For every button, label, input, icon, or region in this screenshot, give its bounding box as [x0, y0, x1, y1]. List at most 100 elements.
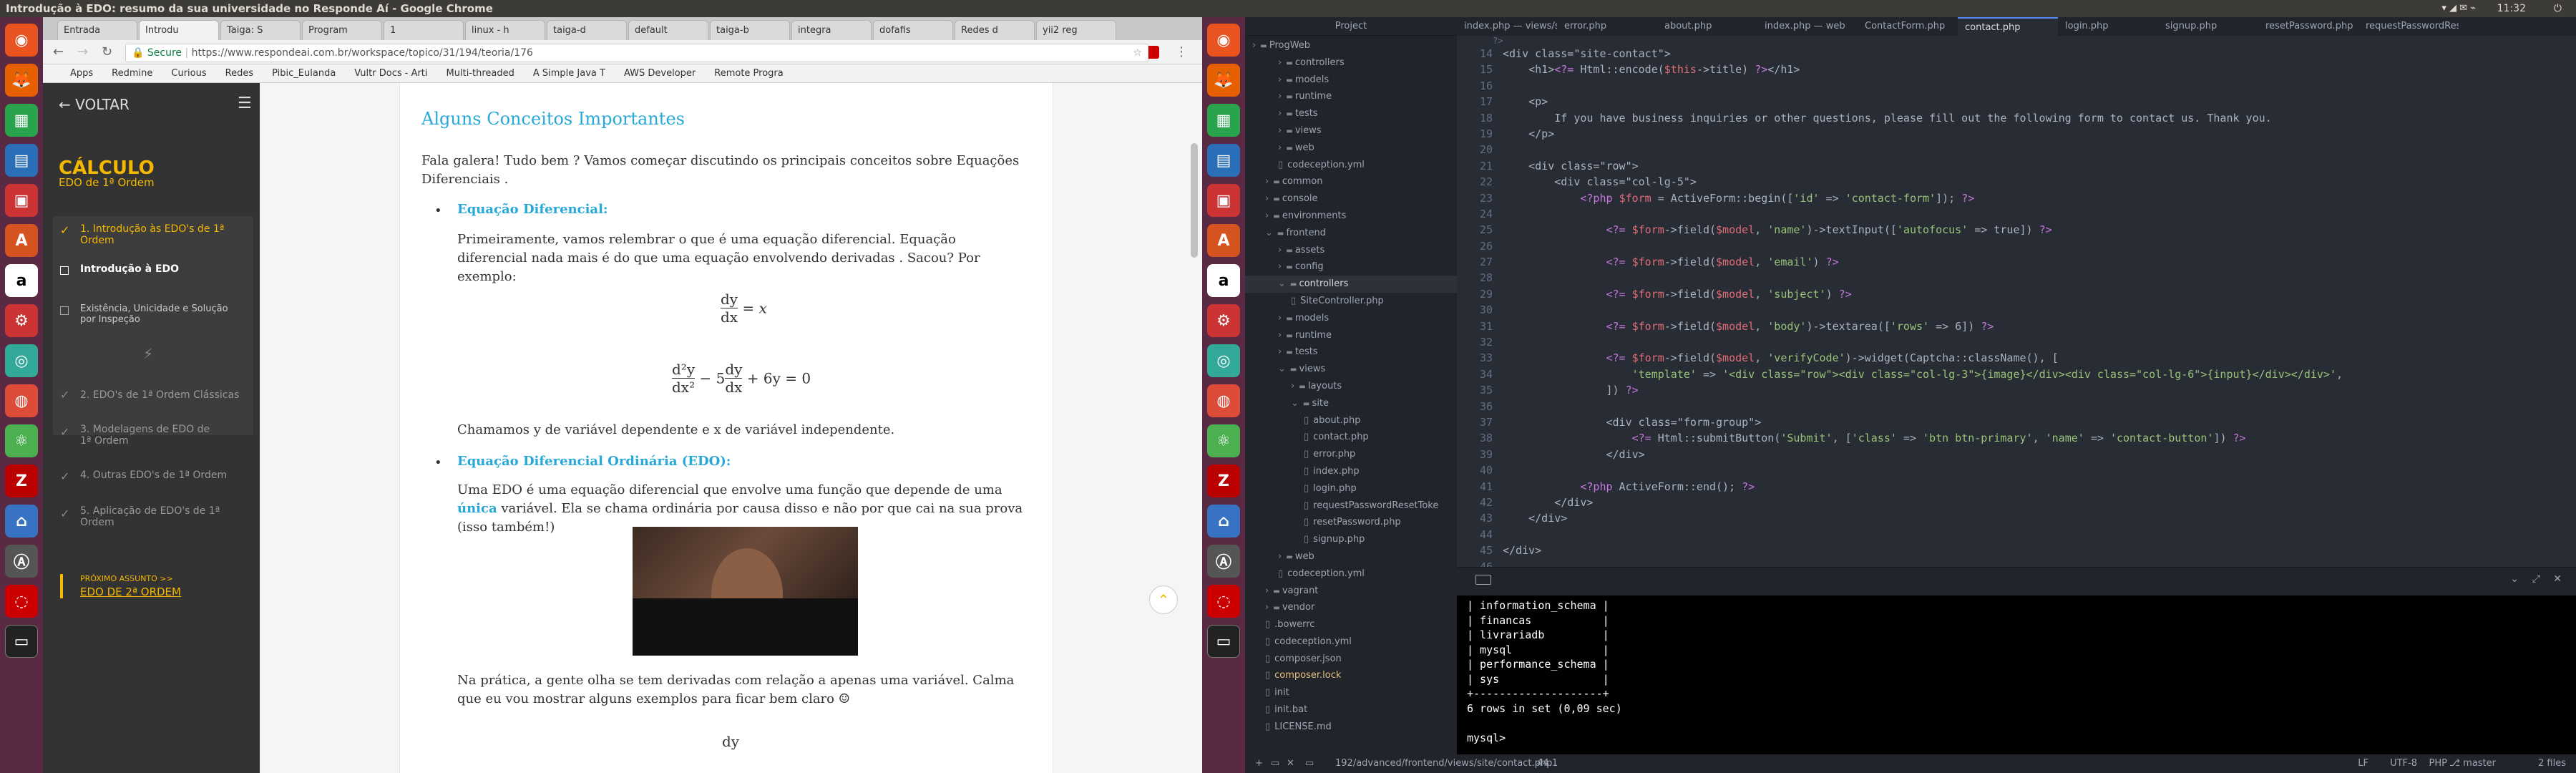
software-center-icon[interactable]: A — [5, 224, 38, 257]
scroll-top-button[interactable]: ⌃ — [1149, 585, 1178, 614]
editor-tab[interactable]: signup.php — [2158, 17, 2258, 36]
settings-icon[interactable]: ⚙ — [1207, 304, 1240, 337]
address-bar[interactable]: 🔒 Secure | https://www.respondeai.com.br… — [125, 44, 1148, 62]
tree-folder[interactable]: › ▬ controllers — [1245, 54, 1457, 72]
tree-folder[interactable]: ⌄ ▬ site — [1245, 395, 1457, 412]
app-icon[interactable]: ⌂ — [1207, 505, 1240, 538]
atom-icon[interactable]: ⚛ — [5, 424, 38, 457]
terminal-tab-icon[interactable] — [1475, 575, 1491, 585]
tree-file[interactable]: ▯ index.php — [1245, 463, 1457, 480]
a-icon[interactable]: Ⓐ — [1207, 545, 1240, 578]
clock[interactable]: 11:32 — [2497, 0, 2526, 17]
bookmark[interactable]: Multi-threaded — [447, 64, 514, 82]
encoding[interactable]: UTF-8 — [2390, 754, 2417, 773]
line-ending[interactable]: LF — [2358, 754, 2368, 773]
tree-folder[interactable]: › ▬ environments — [1245, 208, 1457, 225]
editor-tab[interactable]: contact.php — [1958, 17, 2058, 36]
calc-icon[interactable]: ▦ — [1207, 104, 1240, 137]
tree-file[interactable]: ▯ signup.php — [1245, 531, 1457, 548]
bookmark[interactable]: Curious — [171, 64, 206, 82]
browser-tab[interactable]: integra — [791, 20, 872, 40]
tree-file[interactable]: ▯ .bowerrc — [1245, 616, 1457, 633]
tree-file[interactable]: ▯ SiteController.php — [1245, 293, 1457, 310]
editor-tab[interactable]: resetPassword.php — [2258, 17, 2358, 36]
network-icon[interactable]: ◎ — [1207, 344, 1240, 377]
tree-folder[interactable]: › ▬ ProgWeb — [1245, 37, 1457, 54]
editor-tab[interactable]: about.php — [1657, 17, 1757, 36]
chrome-icon[interactable]: ◍ — [1207, 384, 1240, 417]
editor-tab[interactable]: error.php — [1557, 17, 1657, 36]
tree-folder[interactable]: › ▬ config — [1245, 258, 1457, 276]
close-terminal-icon[interactable]: ✕ — [1287, 754, 1294, 773]
browser-tab[interactable]: Redes d — [955, 20, 1035, 40]
checkbox[interactable] — [60, 306, 69, 315]
tree-folder[interactable]: › ▬ vagrant — [1245, 583, 1457, 600]
unica-link[interactable]: única — [457, 501, 497, 516]
bookmark[interactable]: Pibic_Eulanda — [272, 64, 336, 82]
browser-tab[interactable]: 1 — [384, 20, 464, 40]
star-icon[interactable]: ☆ — [1133, 44, 1142, 62]
browser-tab[interactable]: yii2 reg — [1036, 20, 1116, 40]
bookmark[interactable]: AWS Developer — [624, 64, 696, 82]
tree-file[interactable]: ▯ composer.lock — [1245, 667, 1457, 684]
writer-icon[interactable]: ▤ — [1207, 144, 1240, 177]
tree-folder[interactable]: › ▬ models — [1245, 72, 1457, 89]
reload-icon[interactable]: ↻ — [102, 44, 112, 59]
terminal-icon[interactable]: ▭ — [1207, 625, 1240, 658]
amazon-icon[interactable]: a — [1207, 264, 1240, 297]
checkbox[interactable] — [60, 266, 69, 275]
close-icon[interactable]: ✕ — [2553, 573, 2562, 585]
tree-folder[interactable]: › ▬ web — [1245, 140, 1457, 157]
tree-file[interactable]: ▯ codeception.yml — [1245, 157, 1457, 174]
chapter-3[interactable]: 3. Modelagens de EDO de 1ª Ordem — [80, 424, 223, 447]
tree-file[interactable]: ▯ composer.json — [1245, 651, 1457, 668]
tree-file[interactable]: ▯ LICENSE.md — [1245, 719, 1457, 736]
browser-tab[interactable]: Taiga: S — [220, 20, 301, 40]
tree-folder[interactable]: ⌄ ▬ controllers — [1245, 276, 1457, 293]
amazon-icon[interactable]: a — [5, 264, 38, 297]
terminal-output[interactable]: | information_schema | | financas | | livr… — [1457, 595, 2576, 754]
browser-tab[interactable]: taiga-d — [547, 20, 627, 40]
bookmark[interactable]: Redes — [225, 64, 253, 82]
tree-file[interactable]: ▯ init.bat — [1245, 701, 1457, 719]
chrome-icon[interactable]: ◍ — [5, 384, 38, 417]
tree-folder[interactable]: › ▬ tests — [1245, 105, 1457, 122]
tree-folder[interactable]: › ▬ layouts — [1245, 378, 1457, 395]
settings-icon[interactable]: ⚙ — [5, 304, 38, 337]
ring-icon[interactable]: ◌ — [1207, 585, 1240, 618]
tree-file[interactable]: ▯ resetPassword.php — [1245, 514, 1457, 531]
editor-tab[interactable]: ContactForm.php — [1858, 17, 1958, 36]
chevron-down-icon[interactable]: ⌄ — [2510, 573, 2519, 585]
editor-tab[interactable]: index.php — views/site — [1457, 17, 1557, 36]
filezilla-icon[interactable]: Z — [1207, 465, 1240, 497]
wifi-icon[interactable]: ▾ ◢ ✉ ⌁ — [2441, 0, 2476, 17]
a-icon[interactable]: Ⓐ — [5, 545, 38, 578]
code-editor[interactable]: ?> 14 <div class="site-contact"> 15 <h1><?… — [1457, 36, 2576, 573]
terminal-icon[interactable]: ▭ — [5, 625, 38, 658]
git-changes[interactable]: 2 files — [2538, 754, 2566, 773]
tree-folder[interactable]: › ▬ runtime — [1245, 88, 1457, 105]
bookmark[interactable]: A Simple Java T — [533, 64, 605, 82]
grammar[interactable]: PHP — [2429, 754, 2447, 773]
browser-tab[interactable]: taiga-b — [710, 20, 790, 40]
firefox-icon[interactable]: 🦊 — [1207, 64, 1240, 97]
app-icon[interactable]: ⌂ — [5, 505, 38, 538]
bookmark[interactable]: Apps — [70, 64, 93, 82]
dash-icon[interactable]: ◉ — [5, 24, 38, 57]
atom-icon[interactable]: ⚛ — [1207, 424, 1240, 457]
tree-folder[interactable]: ⌄ ▬ views — [1245, 361, 1457, 378]
forward-icon[interactable]: → — [77, 44, 88, 59]
next-topic-link[interactable]: EDO DE 2ª ORDEM — [80, 585, 181, 598]
tree-folder[interactable]: › ▬ runtime — [1245, 327, 1457, 344]
impress-icon[interactable]: ▣ — [1207, 184, 1240, 217]
lesson-current[interactable]: Introdução à EDO — [80, 263, 245, 275]
menu-icon[interactable]: ⋮ — [1175, 44, 1188, 59]
calc-icon[interactable]: ▦ — [5, 104, 38, 137]
chapter-4[interactable]: 4. Outras EDO's de 1ª Ordem — [80, 470, 252, 481]
tree-folder[interactable]: › ▬ common — [1245, 173, 1457, 190]
impress-icon[interactable]: ▣ — [5, 184, 38, 217]
tree-folder[interactable]: › ▬ tests — [1245, 344, 1457, 361]
back-icon[interactable]: ← — [53, 44, 64, 59]
bookmark[interactable]: Vultr Docs - Arti — [354, 64, 427, 82]
bookmark[interactable]: Remote Progra — [714, 64, 783, 82]
